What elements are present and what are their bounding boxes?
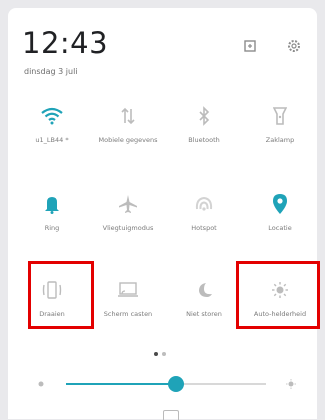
brightness-low-icon <box>38 381 44 387</box>
tile-label: Ring <box>44 224 60 232</box>
edit-icon[interactable] <box>242 38 258 54</box>
bell-icon <box>40 192 64 216</box>
clock: 12:43 <box>22 26 109 60</box>
tile-row-1: u1_LB44 * Mobiele gegevens Bluetooth Zak… <box>22 96 310 166</box>
tile-do-not-disturb[interactable]: Niet storen <box>174 270 234 340</box>
gear-icon[interactable] <box>286 38 302 54</box>
tile-label: u1_LB44 * <box>35 136 69 144</box>
location-icon <box>268 192 292 216</box>
tile-label: Hotspot <box>191 224 217 232</box>
date: dinsdag 3 juli <box>24 67 78 76</box>
tile-location[interactable]: Locatie <box>250 184 310 254</box>
airplane-icon <box>116 192 140 216</box>
tile-label: Bluetooth <box>188 136 220 144</box>
moon-icon <box>192 278 216 302</box>
tile-ring[interactable]: Ring <box>22 184 82 254</box>
tile-wifi[interactable]: u1_LB44 * <box>22 96 82 166</box>
slider-fill <box>66 383 176 385</box>
page-dot-active <box>154 352 158 356</box>
tile-label: Vliegtuigmodus <box>102 224 154 232</box>
wifi-icon <box>40 104 64 128</box>
tile-bluetooth[interactable]: Bluetooth <box>174 96 234 166</box>
page-indicator <box>154 352 166 356</box>
flashlight-icon <box>268 104 292 128</box>
tile-flashlight[interactable]: Zaklamp <box>250 96 310 166</box>
mobile-data-icon <box>116 104 140 128</box>
bluetooth-icon <box>192 104 216 128</box>
hotspot-icon <box>192 192 216 216</box>
highlight-rotate <box>28 261 94 329</box>
tile-label: Niet storen <box>186 310 222 318</box>
tile-hotspot[interactable]: Hotspot <box>174 184 234 254</box>
cast-icon <box>116 278 140 302</box>
brightness-high-icon <box>286 379 296 389</box>
highlight-auto-brightness <box>236 261 320 329</box>
brightness-slider[interactable] <box>36 374 296 394</box>
slider-thumb[interactable] <box>168 376 184 392</box>
tile-label: Scherm casten <box>103 310 153 318</box>
tile-label: Zaklamp <box>265 136 295 144</box>
tile-airplane[interactable]: Vliegtuigmodus <box>98 184 158 254</box>
tile-row-2: Ring Vliegtuigmodus Hotspot Locatie <box>22 184 310 254</box>
tile-mobile-data[interactable]: Mobiele gegevens <box>98 96 158 166</box>
tile-label: Locatie <box>268 224 292 232</box>
tile-screen-cast[interactable]: Scherm casten <box>98 270 158 340</box>
tile-label: Mobiele gegevens <box>98 136 158 144</box>
page-dot <box>162 352 166 356</box>
